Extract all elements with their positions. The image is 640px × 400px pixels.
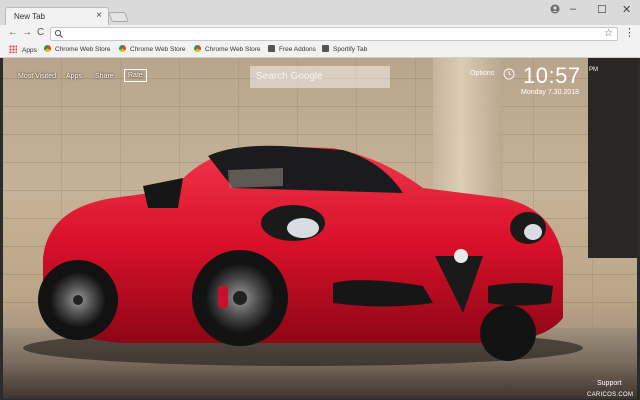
forward-button[interactable]: →: [22, 27, 32, 39]
search-icon: [54, 29, 63, 38]
address-bar[interactable]: ☆: [50, 27, 618, 41]
profile-icon[interactable]: [550, 4, 560, 14]
back-button[interactable]: ←: [8, 27, 18, 39]
addons-icon: [268, 45, 275, 52]
clock-ampm: PM: [589, 67, 598, 73]
search-placeholder: Search Google: [256, 71, 323, 82]
apps-link[interactable]: Apps: [66, 73, 82, 80]
minimize-button[interactable]: –: [570, 3, 576, 15]
bookmark-apps[interactable]: Apps: [9, 45, 37, 54]
most-visited-link[interactable]: Most Visited: [18, 73, 56, 80]
bookmark-chrome-web-store-1[interactable]: Chrome Web Store: [44, 45, 111, 53]
background-photo: Most Visited Apps Share Rate Search Goog…: [3, 58, 637, 399]
clock-icon[interactable]: [503, 68, 515, 80]
chrome-web-store-icon: [194, 45, 201, 52]
chrome-web-store-icon: [44, 45, 51, 52]
bookmark-chrome-web-store-3[interactable]: Chrome Web Store: [194, 45, 261, 53]
options-link[interactable]: Options: [470, 70, 494, 77]
google-search-input[interactable]: Search Google: [250, 66, 390, 88]
red-sports-car-image: [23, 145, 583, 366]
close-window-button[interactable]: ✕: [622, 3, 631, 16]
bookmark-sportify-tab[interactable]: Sportify Tab: [322, 45, 367, 53]
reload-button[interactable]: C: [37, 27, 44, 39]
bookmark-free-addons[interactable]: Free Addons: [268, 45, 316, 53]
bookmark-star-icon[interactable]: ☆: [604, 28, 613, 39]
tab-strip: New Tab × – ☐ ✕: [0, 0, 640, 25]
chrome-web-store-icon: [119, 45, 126, 52]
apps-grid-icon: [9, 45, 17, 53]
support-link[interactable]: Support: [597, 380, 622, 387]
tab-new-tab[interactable]: New Tab ×: [5, 7, 109, 25]
new-tab-button[interactable]: [108, 12, 129, 22]
clock-date: Monday 7.30.2018: [521, 89, 579, 96]
rate-button[interactable]: Rate: [124, 69, 147, 82]
maximize-button[interactable]: ☐: [597, 3, 607, 16]
bookmarks-bar: Apps Chrome Web Store Chrome Web Store C…: [0, 42, 640, 58]
tab-title: New Tab: [14, 12, 45, 21]
browser-menu-icon[interactable]: ⋮: [624, 26, 635, 39]
bookmark-chrome-web-store-2[interactable]: Chrome Web Store: [119, 45, 186, 53]
clock-time: 10:57: [523, 63, 581, 88]
share-link[interactable]: Share: [95, 73, 114, 80]
watermark: CARICOS.COM: [587, 392, 634, 398]
tab-close-icon[interactable]: ×: [96, 10, 102, 21]
toolbar: ← → C ☆ ⋮: [0, 25, 640, 42]
addons-icon: [322, 45, 329, 52]
